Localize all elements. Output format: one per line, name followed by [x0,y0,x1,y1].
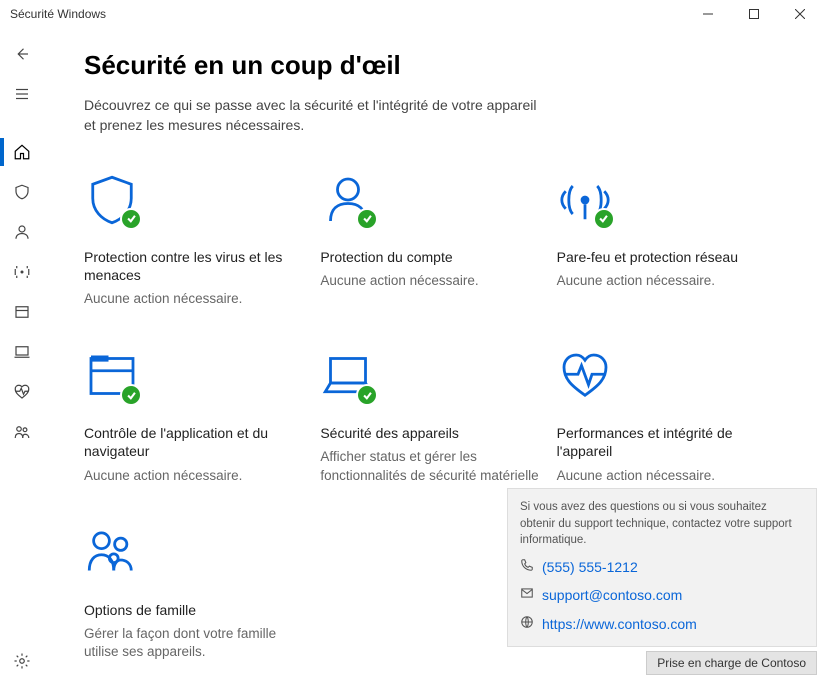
globe-icon [520,614,534,634]
sidebar [0,28,44,681]
shield-icon [84,172,140,228]
tile-family[interactable]: Options de famille Gérer la façon dont v… [84,525,310,662]
tile-title: Sécurité des appareils [320,424,459,442]
nav-family[interactable] [0,412,44,452]
nav-appcontrol[interactable] [0,292,44,332]
mail-icon [520,585,534,605]
person-icon [320,172,376,228]
window-controls [685,0,823,28]
support-email: support@contoso.com [542,585,682,605]
nav-home[interactable] [0,132,44,172]
tile-desc: Aucune action nécessaire. [320,272,478,290]
support-url-row[interactable]: https://www.contoso.com [520,614,804,634]
support-email-row[interactable]: support@contoso.com [520,585,804,605]
tile-desc: Afficher status et gérer les fonctionnal… [320,448,546,484]
tile-app-control[interactable]: Contrôle de l'application et du navigate… [84,348,310,485]
hamburger-button[interactable] [0,74,44,114]
status-ok-badge [593,208,615,230]
tile-performance[interactable]: Performances et intégrité de l'appareil … [557,348,783,485]
window-title: Sécurité Windows [10,7,106,21]
status-ok-badge [120,208,142,230]
support-phone: (555) 555-1212 [542,557,638,577]
support-phone-row[interactable]: (555) 555-1212 [520,557,804,577]
nav-account[interactable] [0,212,44,252]
laptop-icon [320,348,376,404]
tile-title: Pare-feu et protection réseau [557,248,738,266]
family-icon [84,525,140,581]
tile-title: Performances et intégrité de l'appareil [557,424,783,460]
support-panel: Si vous avez des questions ou si vous so… [507,488,817,647]
tile-account-protection[interactable]: Protection du compte Aucune action néces… [320,172,546,309]
support-text: Si vous avez des questions ou si vous so… [520,499,804,549]
nav-firewall[interactable] [0,252,44,292]
nav-performance[interactable] [0,372,44,412]
close-button[interactable] [777,0,823,28]
tile-firewall[interactable]: Pare-feu et protection réseau Aucune act… [557,172,783,309]
status-ok-badge [356,208,378,230]
tile-title: Protection du compte [320,248,452,266]
support-url: https://www.contoso.com [542,614,697,634]
back-button[interactable] [0,34,44,74]
content-area: Sécurité en un coup d'œil Découvrez ce q… [44,28,823,681]
page-title: Sécurité en un coup d'œil [84,50,783,81]
maximize-button[interactable] [731,0,777,28]
tile-title: Options de famille [84,601,196,619]
support-footer-button[interactable]: Prise en charge de Contoso [646,651,817,675]
tile-virus-protection[interactable]: Protection contre les virus et les menac… [84,172,310,309]
minimize-button[interactable] [685,0,731,28]
window-icon [84,348,140,404]
tile-desc: Gérer la façon dont votre famille utilis… [84,625,310,661]
tile-title: Contrôle de l'application et du navigate… [84,424,310,460]
nav-settings[interactable] [0,641,44,681]
tile-title: Protection contre les virus et les menac… [84,248,310,284]
phone-icon [520,557,534,577]
titlebar: Sécurité Windows [0,0,823,28]
page-subtitle: Découvrez ce qui se passe avec la sécuri… [84,95,544,136]
nav-virus[interactable] [0,172,44,212]
tile-desc: Aucune action nécessaire. [557,272,715,290]
tile-desc: Aucune action nécessaire. [84,467,242,485]
tile-device-security[interactable]: Sécurité des appareils Afficher status e… [320,348,546,485]
heart-pulse-icon [557,348,613,404]
network-icon [557,172,613,228]
tile-desc: Aucune action nécessaire. [84,290,242,308]
tile-desc: Aucune action nécessaire. [557,467,715,485]
nav-device[interactable] [0,332,44,372]
